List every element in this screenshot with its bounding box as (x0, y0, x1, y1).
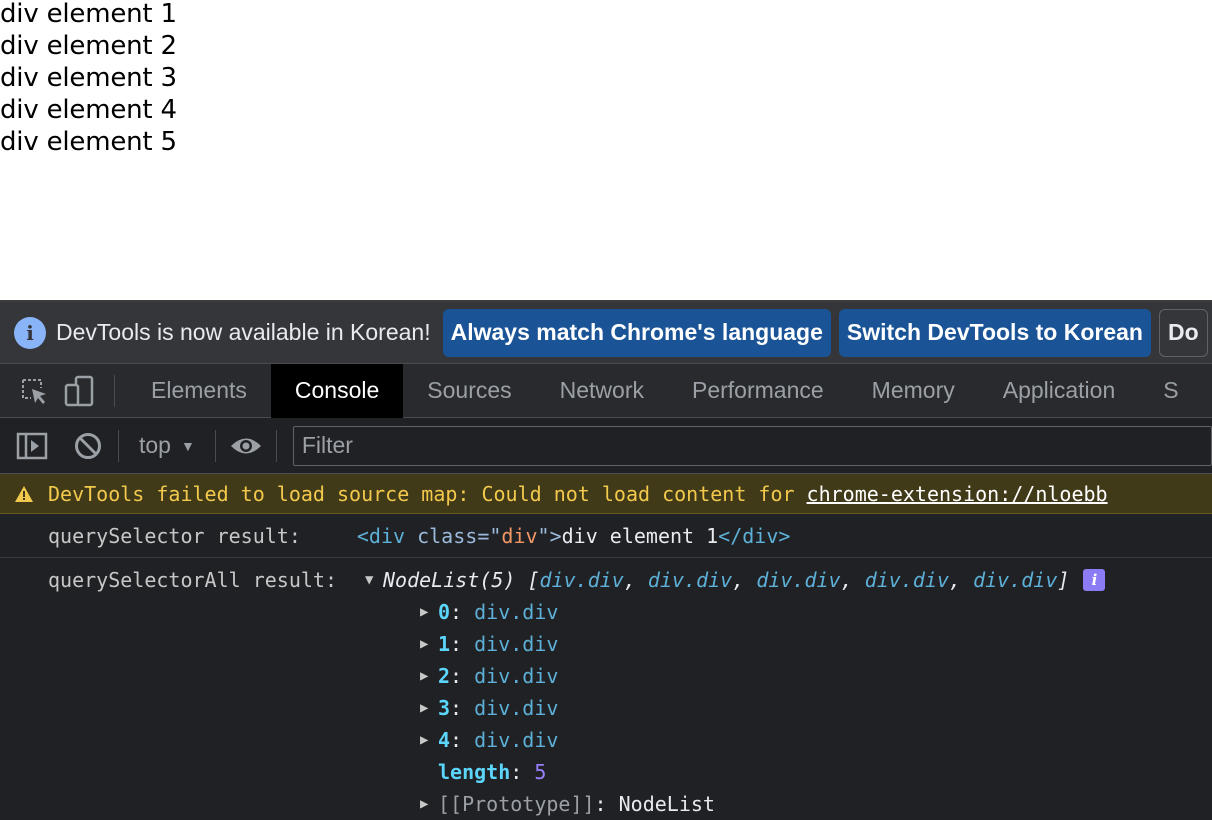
tab-performance[interactable]: Performance (668, 364, 848, 418)
expand-triangle-icon[interactable]: ▶ (420, 668, 438, 684)
entry-value: div.div (474, 664, 559, 688)
tab-network[interactable]: Network (536, 364, 668, 418)
dropdown-arrow-icon: ▼ (180, 437, 195, 454)
clear-console-icon[interactable] (68, 419, 108, 473)
device-toolbar-icon[interactable] (60, 364, 100, 418)
entry-index: 2 (438, 664, 451, 688)
tag-close: </div> (718, 523, 791, 548)
nodelist-open-bracket: [ (527, 568, 540, 592)
entry-value: div.div (474, 632, 559, 656)
nodelist-close-bracket: ] (1057, 568, 1070, 592)
nodelist-entry[interactable]: ▶ 0: div.div (420, 596, 1212, 628)
entry-value: div.div (474, 600, 559, 624)
dont-show-again-button[interactable]: Do (1158, 308, 1208, 357)
expand-triangle-icon[interactable]: ▶ (420, 700, 438, 716)
tab-application[interactable]: Application (979, 364, 1140, 418)
nodelist-entry[interactable]: ▶ 2: div.div (420, 660, 1212, 692)
warning-icon (14, 485, 34, 503)
entry-index: 1 (438, 632, 451, 656)
length-value: 5 (534, 760, 547, 784)
tab-console[interactable]: Console (270, 363, 404, 418)
page-div-5: div element 5 (0, 127, 177, 157)
toolbar-divider (118, 429, 119, 462)
attr-close: "> (537, 523, 562, 548)
log-label: querySelectorAll result: (48, 568, 337, 592)
log-label: querySelector result: (48, 523, 301, 548)
tag-open: <div (356, 523, 406, 548)
console-toolbar: top ▼ Filter (0, 418, 1212, 474)
nodelist-name: NodeList(5) (382, 568, 516, 592)
entry-value: div.div (474, 728, 559, 752)
page-div-4: div element 4 (0, 95, 177, 125)
console-output: DevTools failed to load source map: Coul… (0, 474, 1212, 820)
nodelist-entry[interactable]: ▶ 3: div.div (420, 692, 1212, 724)
nodelist-prototype[interactable]: ▶ [[Prototype]]: NodeList (420, 788, 1212, 820)
switch-to-korean-button[interactable]: Switch DevTools to Korean (838, 308, 1151, 357)
page-content: div element 1 div element 2 div element … (0, 0, 1212, 300)
attr-eq: =" (477, 523, 502, 548)
warning-source-link[interactable]: chrome-extension://nloebb (807, 482, 1108, 506)
inspect-element-icon[interactable] (14, 364, 54, 418)
nodelist-entry[interactable]: ▶ 1: div.div (420, 628, 1212, 660)
context-value: top (139, 432, 171, 458)
nodelist-preview-item: div.div (864, 568, 949, 592)
prototype-value: NodeList (618, 792, 715, 816)
nodelist-preview-item: div.div (539, 568, 624, 592)
expand-triangle-icon[interactable]: ▶ (420, 796, 438, 812)
nodelist-entry[interactable]: ▶ 4: div.div (420, 724, 1212, 756)
tab-memory[interactable]: Memory (848, 364, 979, 418)
tab-security[interactable]: S (1139, 364, 1202, 418)
console-log-queryselectorall: querySelectorAll result: ▼ NodeList(5) [… (0, 558, 1212, 820)
console-warning-row: DevTools failed to load source map: Coul… (0, 474, 1212, 514)
attr-value: div (501, 523, 538, 548)
info-badge-icon[interactable]: i (1083, 569, 1106, 591)
warning-message: DevTools failed to load source map: Coul… (48, 481, 795, 506)
nodelist-summary-row[interactable]: querySelectorAll result: ▼ NodeList(5) [… (48, 564, 1212, 596)
page-div-3: div element 3 (0, 63, 177, 93)
entry-index: 0 (438, 600, 451, 624)
element-text: div element 1 (561, 523, 719, 548)
infobar-message: DevTools is now available in Korean! (56, 319, 431, 345)
entry-index: 4 (438, 728, 451, 752)
language-infobar: i DevTools is now available in Korean! A… (0, 302, 1212, 364)
page-div-1: div element 1 (0, 0, 177, 29)
devtools-panel: i DevTools is now available in Korean! A… (0, 300, 1212, 820)
attr-name: class (417, 523, 478, 548)
nodelist-preview-item: div.div (973, 568, 1058, 592)
entry-value: div.div (474, 696, 559, 720)
tab-sources[interactable]: Sources (403, 364, 535, 418)
nodelist-length: length: 5 (438, 760, 547, 784)
tab-elements[interactable]: Elements (127, 364, 271, 418)
console-log-queryselector: querySelector result: <div class="div">d… (0, 514, 1212, 558)
filter-input[interactable]: Filter (292, 425, 1212, 466)
info-icon: i (14, 316, 46, 349)
live-expression-eye-icon[interactable] (226, 419, 266, 473)
nodelist-preview-item: div.div (756, 568, 841, 592)
length-key: length (438, 760, 511, 784)
nodelist-preview-item: div.div (647, 568, 733, 592)
always-match-language-button[interactable]: Always match Chrome's language (442, 308, 831, 357)
context-selector[interactable]: top ▼ (129, 432, 205, 459)
devtools-tabbar: Elements Console Sources Network Perform… (0, 363, 1212, 418)
expand-triangle-icon[interactable]: ▶ (420, 732, 438, 748)
toolbar-divider (275, 429, 277, 462)
entry-index: 3 (438, 696, 451, 720)
sidebar-toggle-icon[interactable] (12, 419, 52, 473)
page-div-2: div element 2 (0, 31, 177, 61)
toolbar-divider (114, 374, 115, 407)
expand-triangle-icon[interactable]: ▶ (420, 636, 438, 652)
toolbar-divider (214, 429, 216, 462)
element-node[interactable]: <div class="div">div element 1</div> (357, 524, 791, 548)
expand-triangle-icon[interactable]: ▶ (420, 604, 438, 620)
expand-triangle-icon[interactable]: ▼ (365, 572, 383, 588)
prototype-key: [[Prototype]] (438, 792, 595, 816)
